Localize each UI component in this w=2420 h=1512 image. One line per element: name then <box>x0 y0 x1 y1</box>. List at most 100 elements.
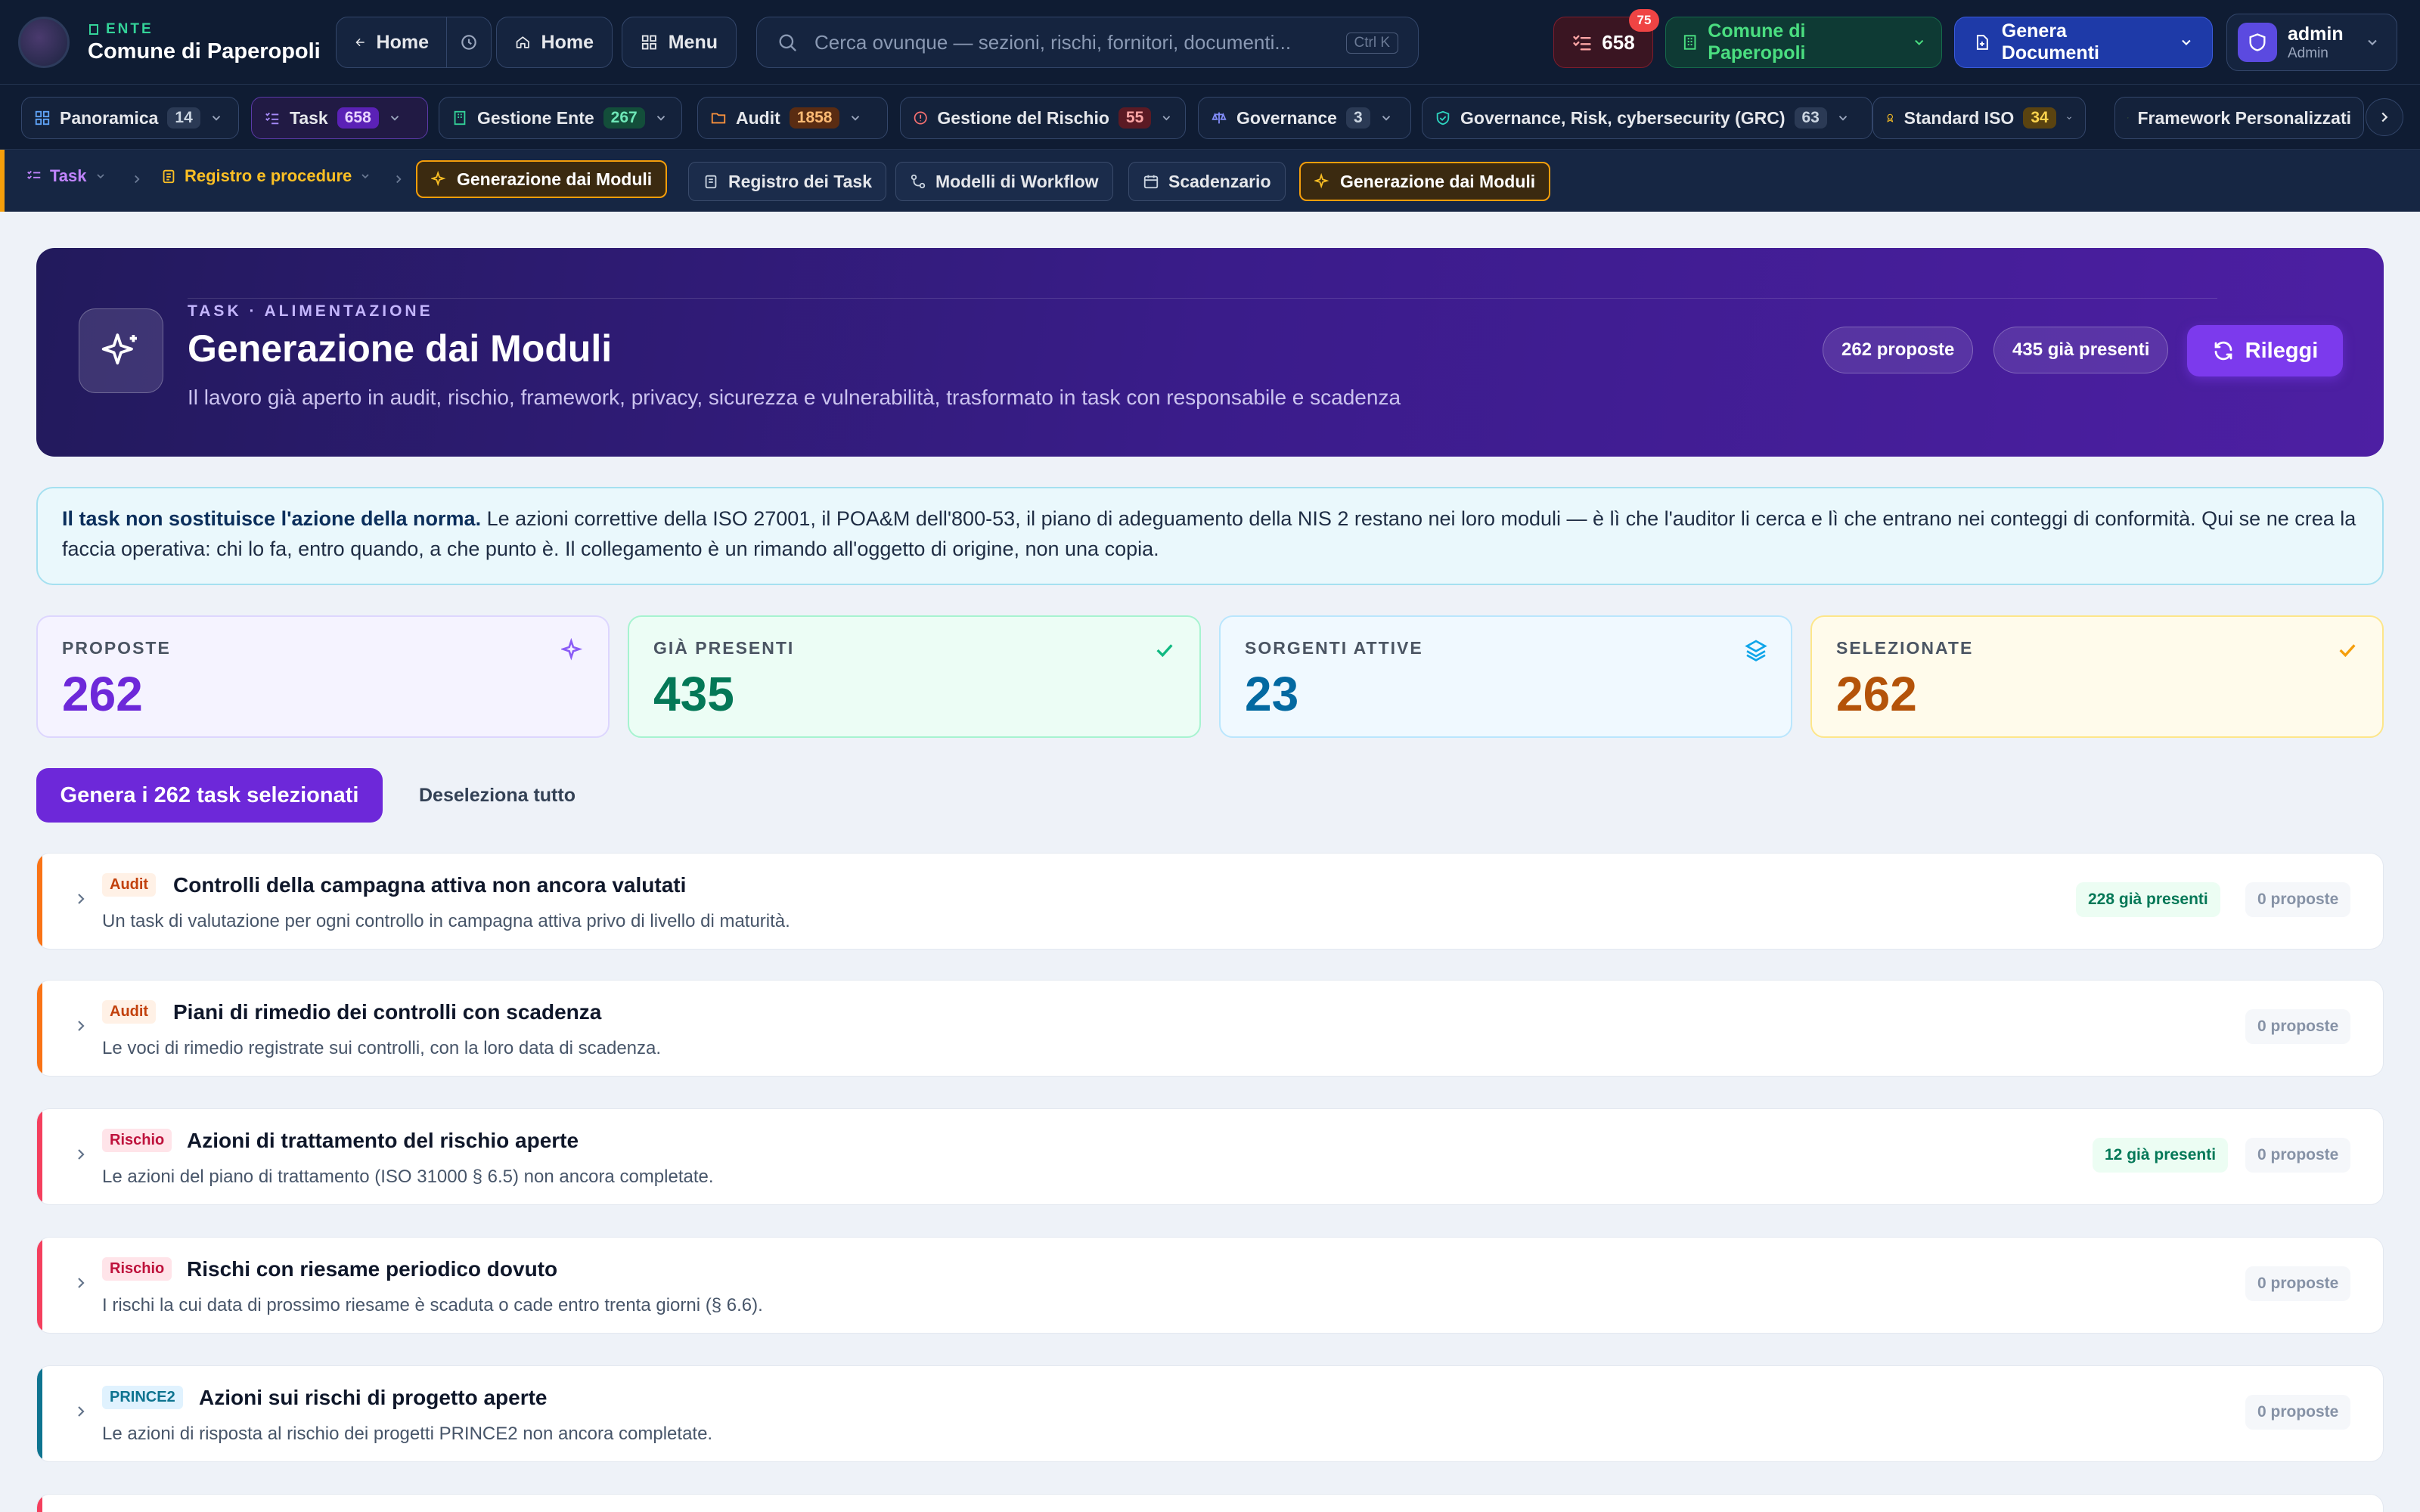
proposte-badge: 0 proposte <box>2245 1266 2351 1301</box>
genera-task-button[interactable]: Genera i 262 task selezionati <box>36 768 383 823</box>
deseleziona-button[interactable]: Deseleziona tutto <box>399 768 595 823</box>
source-title: Piani di rimedio dei controlli con scade… <box>173 1000 602 1024</box>
source-row[interactable]: Audit Controlli della campagna attiva no… <box>36 853 2384 950</box>
source-tag: Rischio <box>102 1129 172 1152</box>
global-search[interactable]: Cerca ovunque — sezioni, rischi, fornito… <box>756 17 1419 68</box>
layers-icon <box>1745 640 1767 662</box>
module-tab-framework[interactable]: Framework Personalizzati <box>2114 97 2364 139</box>
breadcrumb-registro[interactable]: Registro e procedure <box>160 166 371 186</box>
chevron-right-icon[interactable] <box>72 1145 90 1163</box>
refresh-icon <box>2214 341 2232 361</box>
source-tag: PRINCE2 <box>102 1386 183 1409</box>
source-tag: Rischio <box>102 1257 172 1281</box>
user-menu[interactable]: admin Admin <box>2226 14 2397 71</box>
header-divider <box>188 298 2217 299</box>
present-badge: 228 già presenti <box>2076 882 2220 917</box>
proposte-badge: 0 proposte <box>2245 1395 2351 1430</box>
history-icon <box>461 35 476 50</box>
tab-scadenzario[interactable]: Scadenzario <box>1128 162 1286 201</box>
shield-icon <box>2249 33 2266 51</box>
breadcrumb-current[interactable]: Generazione dai Moduli <box>416 160 668 198</box>
genera-documenti-button[interactable]: Genera Documenti <box>1954 17 2213 68</box>
source-tag: Audit <box>102 1000 157 1024</box>
source-title: Rischi con riesame periodico dovuto <box>187 1257 558 1281</box>
source-row[interactable]: Audit Piani di rimedio dei controlli con… <box>36 980 2384 1077</box>
stat-presenti: GIÀ PRESENTI 435 <box>628 615 1201 738</box>
source-description: Le voci di rimedio registrate sui contro… <box>102 1038 662 1058</box>
building-icon <box>89 24 98 35</box>
history-button[interactable] <box>446 17 492 68</box>
notification-badge: 75 <box>1629 9 1659 32</box>
source-row[interactable]: PRINCE2 Azioni sui rischi di progetto ap… <box>36 1365 2384 1462</box>
chevron-right-icon[interactable] <box>72 890 90 908</box>
chevron-down-icon <box>96 174 104 179</box>
rileggi-button[interactable]: Rileggi <box>2187 325 2343 376</box>
back-home-button[interactable]: Home <box>336 17 448 68</box>
clipboard-icon <box>705 175 717 189</box>
chevron-right-icon[interactable] <box>72 1402 90 1421</box>
home-button[interactable]: Home <box>496 17 613 68</box>
module-tab-governance[interactable]: Governance 3 <box>1198 97 1411 139</box>
calendar-icon <box>1143 175 1159 189</box>
breadcrumb: Task Registro e procedure Generazione da… <box>0 150 2420 212</box>
layers-icon <box>2127 117 2129 119</box>
sparkles-icon <box>561 638 583 661</box>
sparkles-icon <box>1314 173 1329 189</box>
header-icon-box <box>79 308 163 393</box>
organization-selector[interactable]: Comune di Paperopoli <box>1665 17 1942 68</box>
chevron-right-icon[interactable] <box>72 1274 90 1292</box>
chevron-down-icon <box>1382 116 1390 121</box>
proposte-pill: 262 proposte <box>1823 327 1974 373</box>
row-accent <box>37 1495 42 1512</box>
source-row[interactable]: Rischio Azioni di trattamento del rischi… <box>36 1108 2384 1205</box>
source-description: I rischi la cui data di prossimo riesame… <box>102 1295 763 1315</box>
row-accent <box>37 1366 42 1461</box>
award-icon <box>1887 113 1894 122</box>
search-placeholder[interactable]: Cerca ovunque — sezioni, rischi, fornito… <box>814 31 1291 54</box>
chevron-right-icon[interactable] <box>72 1017 90 1035</box>
source-title: Azioni di trattamento del rischio aperte <box>187 1129 579 1152</box>
grid-icon <box>641 35 656 50</box>
chevron-down-icon <box>361 174 369 179</box>
module-tab-iso[interactable]: Standard ISO 34 <box>1872 97 2086 139</box>
module-tab-rischio[interactable]: Gestione del Rischio 55 <box>900 97 1186 139</box>
scroll-right-button[interactable] <box>2366 98 2403 136</box>
chevron-right-icon <box>135 175 140 184</box>
info-note: Il task non sostituisce l'azione della n… <box>36 487 2384 585</box>
chevron-down-icon <box>2182 39 2191 45</box>
module-tab-audit[interactable]: Audit 1858 <box>697 97 888 139</box>
workflow-icon <box>911 174 926 189</box>
module-tab-grc[interactable]: Governance, Risk, cybersecurity (GRC) 63 <box>1422 97 1872 139</box>
proposte-badge: 0 proposte <box>2245 882 2351 917</box>
tab-registro-task[interactable]: Registro dei Task <box>688 162 887 201</box>
breadcrumb-task[interactable]: Task <box>26 166 107 186</box>
chevron-down-icon <box>1914 39 1923 45</box>
proposte-badge: 0 proposte <box>2245 1138 2351 1173</box>
module-nav: Panoramica 14 Task 658 Gestione Ente 267… <box>0 85 2420 150</box>
source-description: Le azioni del piano di trattamento (ISO … <box>102 1167 714 1187</box>
module-tab-panoramica[interactable]: Panoramica 14 <box>21 97 239 139</box>
source-title: Controlli della campagna attiva non anco… <box>173 873 687 897</box>
building-icon <box>454 110 466 125</box>
menu-button[interactable]: Menu <box>622 17 737 68</box>
search-icon <box>779 34 796 51</box>
tab-modelli-workflow[interactable]: Modelli di Workflow <box>895 162 1113 201</box>
module-tab-gestione-ente[interactable]: Gestione Ente 267 <box>439 97 682 139</box>
dashboard-icon <box>35 110 50 125</box>
document-plus-icon <box>1976 35 1988 50</box>
source-row[interactable]: Rischio Rischi con riesame periodico dov… <box>36 1237 2384 1334</box>
chevron-down-icon <box>656 116 665 121</box>
clipboard-icon <box>163 169 175 184</box>
user-role: Admin <box>2288 45 2328 61</box>
sparkles-icon <box>101 333 137 365</box>
chevron-down-icon <box>2367 39 2377 45</box>
page-header: TASK · ALIMENTAZIONE Generazione dai Mod… <box>36 248 2384 457</box>
avatar <box>2238 23 2277 62</box>
chevron-down-icon <box>212 116 220 121</box>
source-tag: Audit <box>102 873 157 897</box>
task-list-icon <box>265 112 279 125</box>
source-row[interactable] <box>36 1494 2384 1512</box>
tab-generazione-moduli[interactable]: Generazione dai Moduli <box>1299 162 1551 201</box>
module-tab-task[interactable]: Task 658 <box>251 97 428 139</box>
sparkles-icon <box>431 171 446 187</box>
